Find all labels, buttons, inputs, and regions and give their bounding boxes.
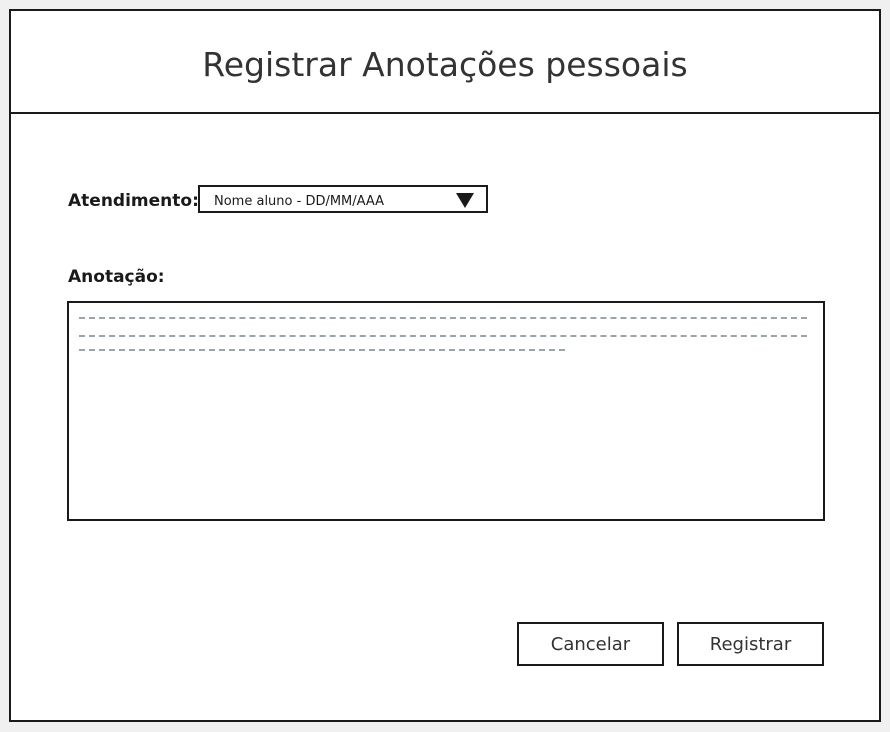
anotacao-label: Anotação: — [68, 267, 165, 287]
dialog-window: Registrar Anotações pessoais Atendimento… — [9, 9, 881, 722]
dialog-header: Registrar Anotações pessoais — [11, 11, 879, 114]
page-title: Registrar Anotações pessoais — [202, 45, 688, 84]
caret-down-icon[interactable] — [456, 193, 474, 208]
register-button[interactable]: Registrar — [677, 622, 824, 666]
placeholder-text-line — [79, 335, 807, 337]
anotacao-textarea[interactable] — [67, 301, 825, 521]
atendimento-label: Atendimento: — [68, 191, 199, 211]
atendimento-select[interactable]: Nome aluno - DD/MM/AAA — [198, 185, 488, 213]
cancel-button[interactable]: Cancelar — [517, 622, 664, 666]
placeholder-text-line — [79, 317, 807, 319]
atendimento-select-value: Nome aluno - DD/MM/AAA — [214, 194, 385, 209]
placeholder-text-line — [79, 349, 565, 351]
